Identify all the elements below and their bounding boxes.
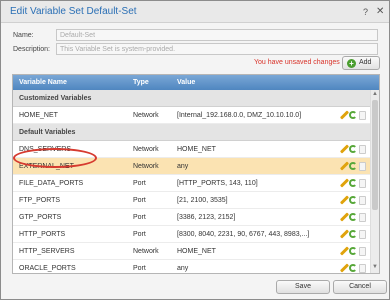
plus-icon: +	[347, 59, 356, 68]
edit-pencil-icon[interactable]	[340, 111, 348, 119]
revert-icon[interactable]	[349, 230, 357, 238]
variable-name: GTP_PORTS	[19, 214, 62, 221]
row-actions	[340, 196, 366, 205]
column-header-value[interactable]: Value	[177, 79, 195, 86]
row-actions	[340, 162, 366, 171]
table-scrollbar[interactable]: ▲ ▼	[370, 90, 379, 273]
delete-icon[interactable]	[359, 179, 366, 188]
help-icon[interactable]: ?	[363, 7, 368, 17]
unsaved-changes-notice: You have unsaved changes	[254, 59, 340, 66]
revert-icon[interactable]	[349, 162, 357, 170]
edit-pencil-icon[interactable]	[340, 145, 348, 153]
variables-table: Variable Name Type Value Customized Vari…	[12, 74, 380, 274]
variable-value: any	[177, 265, 189, 272]
dialog-titlebar: Edit Variable Set Default-Set ? ✕	[1, 1, 389, 23]
delete-icon[interactable]	[359, 213, 366, 222]
edit-pencil-icon[interactable]	[340, 162, 348, 170]
group-label: Customized Variables	[19, 95, 92, 102]
table-row[interactable]: HTTP_SERVERS Network HOME_NET	[13, 243, 370, 260]
table-row[interactable]: HTTP_PORTS Port [8300, 8040, 2231, 90, 6…	[13, 226, 370, 243]
row-actions	[340, 145, 366, 154]
variable-name: ORACLE_PORTS	[19, 265, 76, 272]
table-row[interactable]: FILE_DATA_PORTS Port [HTTP_PORTS, 143, 1…	[13, 175, 370, 192]
table-row[interactable]: HOME_NET Network [Internal_192.168.0.0, …	[13, 107, 370, 124]
edit-pencil-icon[interactable]	[340, 247, 348, 255]
variable-type: Network	[133, 163, 159, 170]
edit-variable-set-dialog: Edit Variable Set Default-Set ? ✕ Name: …	[0, 0, 390, 300]
row-actions	[340, 247, 366, 256]
delete-icon[interactable]	[359, 264, 366, 273]
delete-icon[interactable]	[359, 196, 366, 205]
scroll-down-arrow-icon[interactable]: ▼	[372, 264, 378, 270]
table-row[interactable]: FTP_PORTS Port [21, 2100, 3535]	[13, 192, 370, 209]
revert-icon[interactable]	[349, 145, 357, 153]
variable-value: HOME_NET	[177, 248, 216, 255]
table-row[interactable]: ORACLE_PORTS Port any	[13, 260, 370, 273]
delete-icon[interactable]	[359, 111, 366, 120]
scroll-thumb[interactable]	[372, 100, 378, 210]
name-field[interactable]: Default-Set	[56, 29, 378, 41]
revert-icon[interactable]	[349, 264, 357, 272]
description-field[interactable]: This Variable Set is system-provided.	[56, 43, 378, 55]
edit-pencil-icon[interactable]	[340, 213, 348, 221]
group-row-default: Default Variables	[13, 124, 370, 141]
variable-type: Network	[133, 146, 159, 153]
save-button[interactable]: Save	[276, 280, 330, 294]
cancel-button[interactable]: Cancel	[333, 280, 387, 294]
description-label: Description:	[13, 46, 50, 53]
variable-type: Port	[133, 180, 146, 187]
variable-type: Port	[133, 197, 146, 204]
row-actions	[340, 264, 366, 273]
revert-icon[interactable]	[349, 213, 357, 221]
row-actions	[340, 179, 366, 188]
revert-icon[interactable]	[349, 247, 357, 255]
variable-type: Port	[133, 231, 146, 238]
variable-type: Network	[133, 248, 159, 255]
revert-icon[interactable]	[349, 179, 357, 187]
edit-pencil-icon[interactable]	[340, 264, 348, 272]
revert-icon[interactable]	[349, 111, 357, 119]
row-actions	[340, 111, 366, 120]
variable-value: [3386, 2123, 2152]	[177, 214, 236, 221]
variable-name: HOME_NET	[19, 112, 58, 119]
variable-value: [21, 2100, 3535]	[177, 197, 228, 204]
row-actions	[340, 230, 366, 239]
delete-icon[interactable]	[359, 145, 366, 154]
dialog-title: Edit Variable Set Default-Set	[10, 6, 137, 17]
table-header: Variable Name Type Value	[13, 75, 379, 90]
revert-icon[interactable]	[349, 196, 357, 204]
variable-value: [8300, 8040, 2231, 90, 6767, 443, 8983,.…	[177, 231, 310, 238]
add-button[interactable]: + Add	[342, 56, 380, 70]
variable-type: Port	[133, 214, 146, 221]
add-button-label: Add	[359, 59, 372, 66]
name-label: Name:	[13, 32, 34, 39]
variable-type: Port	[133, 265, 146, 272]
edit-pencil-icon[interactable]	[340, 230, 348, 238]
annotation-highlight-circle	[13, 148, 97, 168]
variable-value: [HTTP_PORTS, 143, 110]	[177, 180, 258, 187]
row-actions	[340, 213, 366, 222]
close-icon[interactable]: ✕	[376, 6, 384, 17]
variable-name: FILE_DATA_PORTS	[19, 180, 84, 187]
edit-pencil-icon[interactable]	[340, 196, 348, 204]
edit-pencil-icon[interactable]	[340, 179, 348, 187]
column-header-variable-name[interactable]: Variable Name	[19, 79, 67, 86]
variable-name: HTTP_PORTS	[19, 231, 66, 238]
variable-value: any	[177, 163, 189, 170]
scroll-up-arrow-icon[interactable]: ▲	[372, 91, 378, 97]
variable-value: [Internal_192.168.0.0, DMZ_10.10.10.0]	[177, 112, 302, 119]
variable-value: HOME_NET	[177, 146, 216, 153]
table-row[interactable]: GTP_PORTS Port [3386, 2123, 2152]	[13, 209, 370, 226]
group-label: Default Variables	[19, 129, 76, 136]
delete-icon[interactable]	[359, 230, 366, 239]
column-header-type[interactable]: Type	[133, 79, 149, 86]
delete-icon[interactable]	[359, 162, 366, 171]
group-row-customized: Customized Variables	[13, 90, 370, 107]
variable-name: HTTP_SERVERS	[19, 248, 75, 255]
delete-icon[interactable]	[359, 247, 366, 256]
variable-name: FTP_PORTS	[19, 197, 61, 204]
variable-type: Network	[133, 112, 159, 119]
